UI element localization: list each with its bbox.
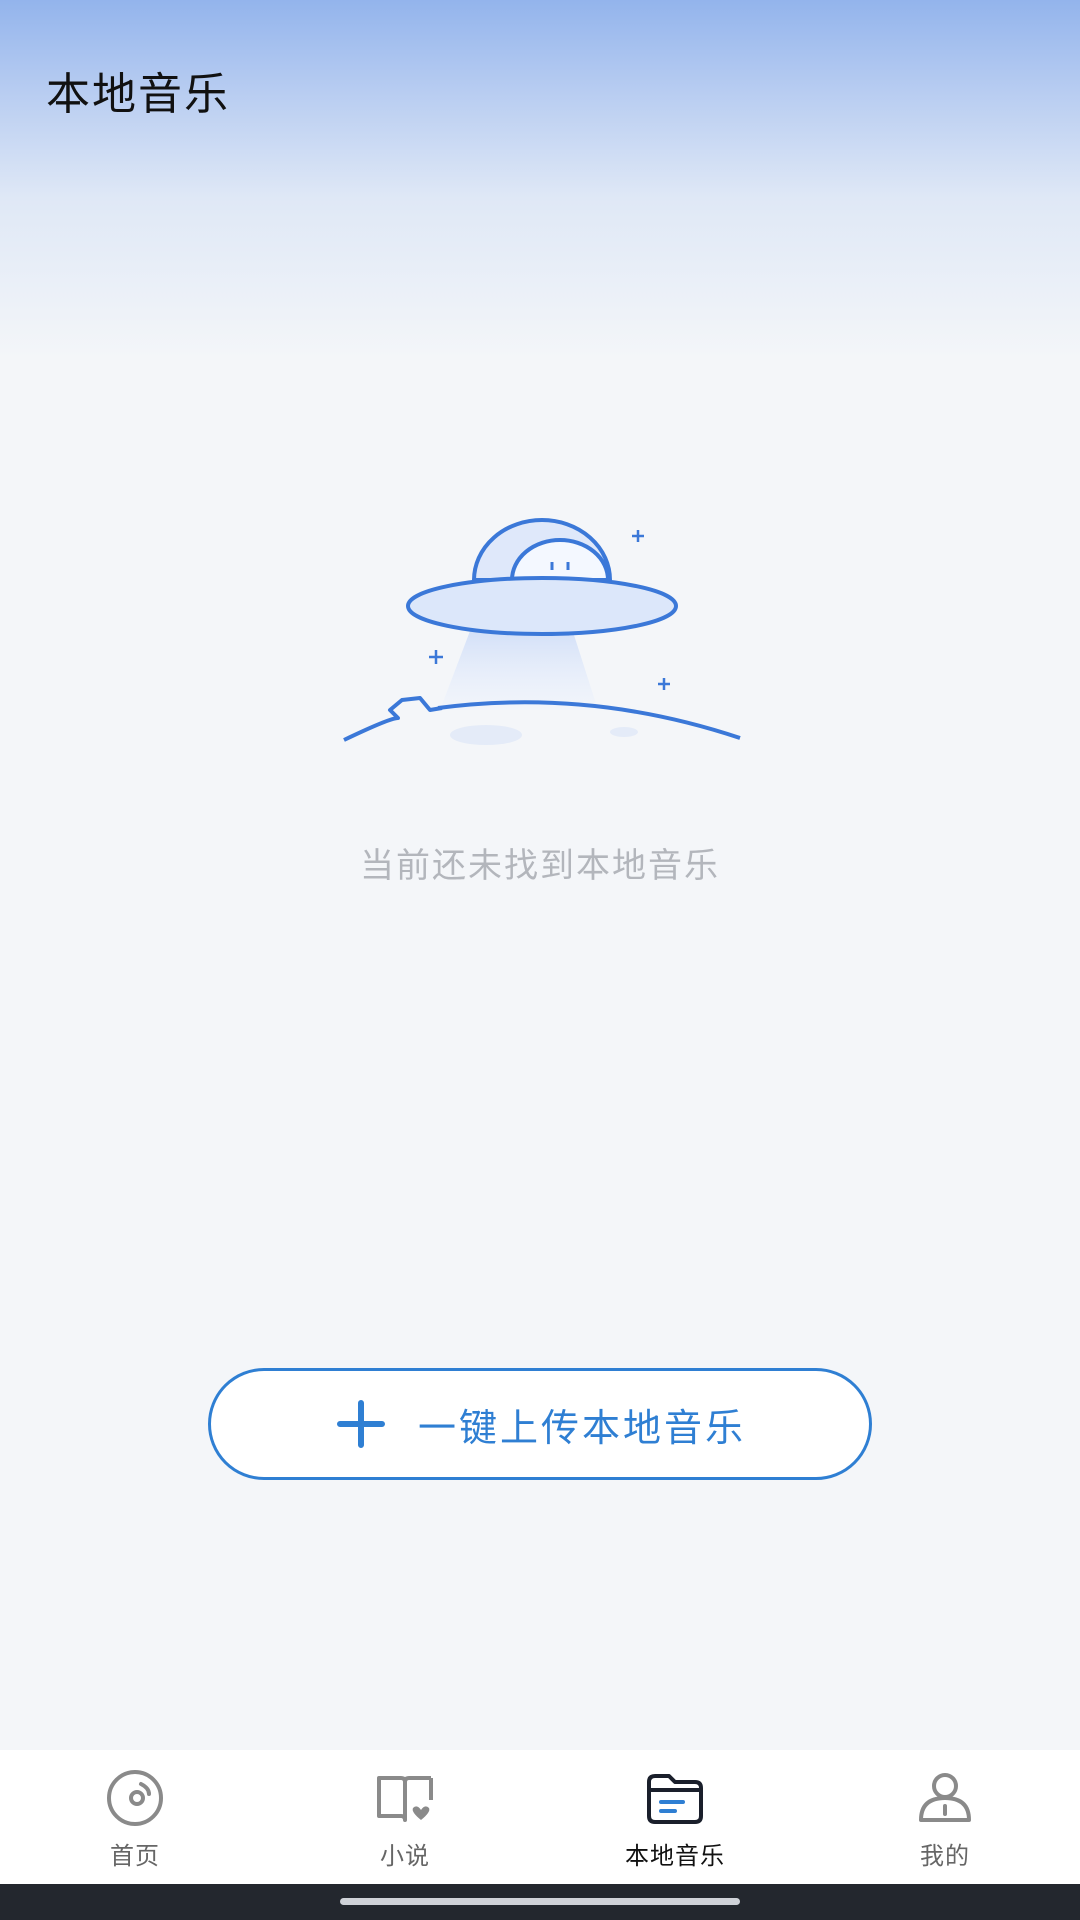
tab-novel[interactable]: 小说 <box>270 1750 540 1884</box>
ufo-illustration <box>343 518 741 745</box>
tab-label-home: 首页 <box>110 1842 160 1870</box>
disc-icon <box>107 1770 163 1826</box>
tab-label-novel: 小说 <box>380 1842 430 1870</box>
system-navigation-bar <box>0 1884 1080 1920</box>
tab-local-music[interactable]: 本地音乐 <box>540 1750 810 1884</box>
bottom-tab-bar: 首页 小说 本地音乐 我的 <box>0 1750 1080 1884</box>
tab-label-local-music: 本地音乐 <box>625 1842 725 1870</box>
empty-state-message: 当前还未找到本地音乐 <box>360 846 720 886</box>
page-title: 本地音乐 <box>46 69 230 120</box>
folder-icon <box>647 1774 703 1824</box>
home-indicator[interactable] <box>340 1898 740 1905</box>
book-icon <box>377 1776 433 1822</box>
header-background <box>0 0 1080 360</box>
plus-icon <box>336 1400 385 1448</box>
tab-home[interactable]: 首页 <box>0 1750 270 1884</box>
user-icon <box>919 1773 971 1822</box>
tab-mine[interactable]: 我的 <box>810 1750 1080 1884</box>
upload-local-music-button[interactable]: 一键上传本地音乐 <box>208 1368 872 1480</box>
upload-button-label: 一键上传本地音乐 <box>417 1405 746 1450</box>
tab-label-mine: 我的 <box>920 1842 970 1870</box>
